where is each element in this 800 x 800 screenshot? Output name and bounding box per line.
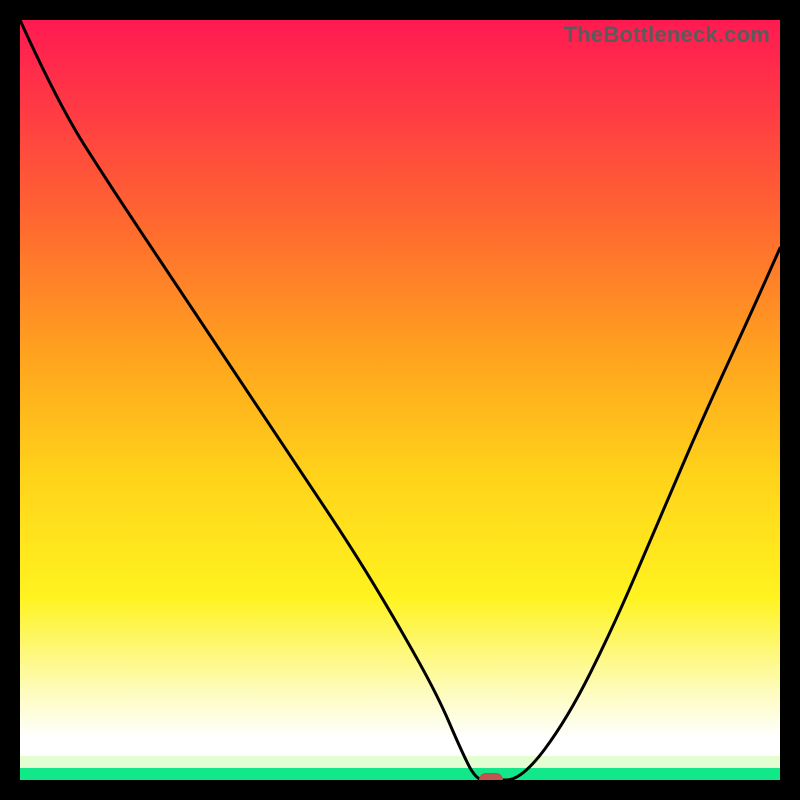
curve-path — [20, 20, 780, 780]
optimal-marker — [479, 773, 503, 780]
plot-area: TheBottleneck.com — [20, 20, 780, 780]
watermark-text: TheBottleneck.com — [564, 22, 770, 48]
bottleneck-curve — [20, 20, 780, 780]
chart-frame: TheBottleneck.com — [0, 0, 800, 800]
